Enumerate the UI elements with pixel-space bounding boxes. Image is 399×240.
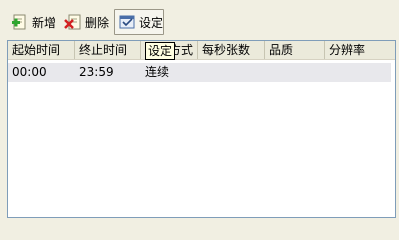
settings-button[interactable]: 设定 (114, 9, 164, 35)
column-resolution[interactable]: 分辨率 (325, 41, 395, 59)
cell-start-time: 00:00 (12, 65, 47, 79)
toolbar: 新增 删除 设定 (0, 0, 399, 40)
delete-document-icon (64, 13, 82, 31)
schedule-list[interactable]: 起始时间 终止时间 录像方式 每秒张数 品质 分辨率 00:00 23:59 连… (7, 40, 396, 218)
cell-resolution (325, 63, 391, 82)
column-end-time[interactable]: 终止时间 (75, 41, 141, 59)
cell-frames-per-second (198, 63, 265, 82)
cell-quality (265, 63, 325, 82)
column-start-time[interactable]: 起始时间 (8, 41, 75, 59)
column-frames-per-second[interactable]: 每秒张数 (198, 41, 265, 59)
delete-button[interactable]: 删除 (61, 9, 112, 35)
add-button[interactable]: 新增 (8, 9, 59, 35)
list-header: 起始时间 终止时间 录像方式 每秒张数 品质 分辨率 (8, 41, 395, 60)
add-button-label: 新增 (32, 15, 57, 30)
table-row[interactable]: 00:00 23:59 连续 (8, 63, 391, 82)
cell-record-mode: 连续 (145, 65, 170, 79)
delete-button-label: 删除 (85, 15, 110, 30)
settings-tooltip: 设定 (145, 42, 176, 60)
cell-end-time: 23:59 (79, 65, 114, 79)
settings-button-label: 设定 (139, 15, 164, 30)
column-quality[interactable]: 品质 (265, 41, 325, 59)
add-document-icon (11, 13, 29, 31)
settings-window-icon (118, 13, 136, 31)
